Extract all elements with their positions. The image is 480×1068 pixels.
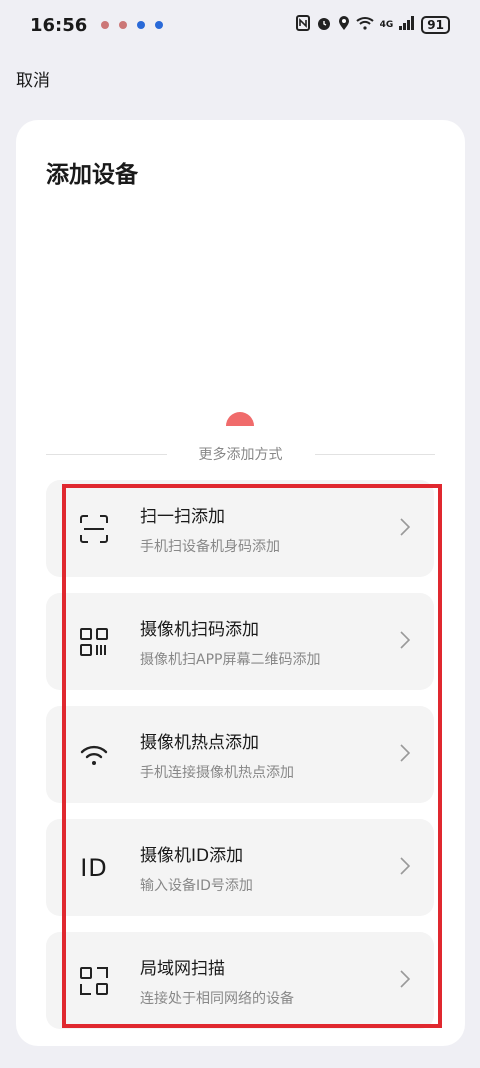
method-subtitle: 输入设备ID号添加: [140, 877, 253, 894]
more-methods-divider: 更多添加方式: [46, 444, 435, 464]
method-subtitle: 手机扫设备机身码添加: [140, 538, 280, 555]
notification-icon: [137, 21, 146, 29]
notification-icon: [101, 21, 110, 29]
signal-icon: [399, 16, 415, 34]
method-subtitle: 连接处于相同网络的设备: [140, 990, 294, 1007]
nfc-icon: [295, 15, 310, 35]
id-icon: ID: [64, 838, 124, 898]
method-subtitle: 手机连接摄像机热点添加: [140, 764, 294, 781]
method-title: 摄像机热点添加: [140, 732, 259, 753]
chevron-right-icon: [400, 743, 411, 766]
method-title: 摄像机扫码添加: [140, 619, 259, 640]
status-bar: 16:56 4G 91: [0, 0, 480, 50]
more-methods-label: 更多添加方式: [198, 447, 283, 463]
qr-code-icon: [64, 612, 124, 672]
divider-line: [46, 453, 167, 455]
method-title: 摄像机ID添加: [140, 845, 244, 866]
lan-icon: [64, 951, 124, 1011]
chevron-right-icon: [400, 856, 411, 879]
method-title: 扫一扫添加: [140, 506, 225, 527]
wifi-status-icon: [355, 16, 374, 34]
method-lan-scan[interactable]: 局域网扫描 连接处于相同网络的设备: [46, 932, 434, 1029]
method-title: 局域网扫描: [140, 958, 225, 979]
page-title: 添加设备: [46, 162, 138, 188]
alarm-icon: [316, 15, 332, 35]
id-icon-text: ID: [80, 853, 108, 882]
cancel-button[interactable]: 取消: [16, 66, 50, 91]
battery-indicator: 91: [421, 16, 450, 34]
method-scan[interactable]: 扫一扫添加 手机扫设备机身码添加: [46, 480, 434, 577]
notification-icon: [155, 21, 164, 29]
method-subtitle: 摄像机扫APP屏幕二维码添加: [140, 651, 321, 668]
scan-icon: [64, 499, 124, 559]
add-methods-list: 扫一扫添加 手机扫设备机身码添加 摄像机扫码添加 摄像机扫APP屏幕二维码添加: [46, 480, 434, 1045]
notification-icon: [119, 21, 128, 29]
method-camera-qr[interactable]: 摄像机扫码添加 摄像机扫APP屏幕二维码添加: [46, 593, 434, 690]
status-time: 16:56: [30, 14, 88, 36]
location-icon: [338, 15, 350, 35]
add-device-card: 添加设备 更多添加方式 扫一扫添加 手机扫设备机身码添加 摄像机扫码添加 摄像机…: [16, 120, 465, 1046]
wifi-icon: [64, 725, 124, 785]
chevron-right-icon: [400, 969, 411, 992]
network-type: 4G: [379, 20, 394, 30]
chevron-right-icon: [400, 630, 411, 653]
divider-line: [314, 453, 435, 455]
indicator-dot: [226, 412, 254, 426]
notification-icons: [101, 21, 164, 29]
chevron-right-icon: [400, 517, 411, 540]
status-indicators: 4G 91: [295, 15, 450, 35]
method-camera-hotspot[interactable]: 摄像机热点添加 手机连接摄像机热点添加: [46, 706, 434, 803]
method-camera-id[interactable]: ID 摄像机ID添加 输入设备ID号添加: [46, 819, 434, 916]
